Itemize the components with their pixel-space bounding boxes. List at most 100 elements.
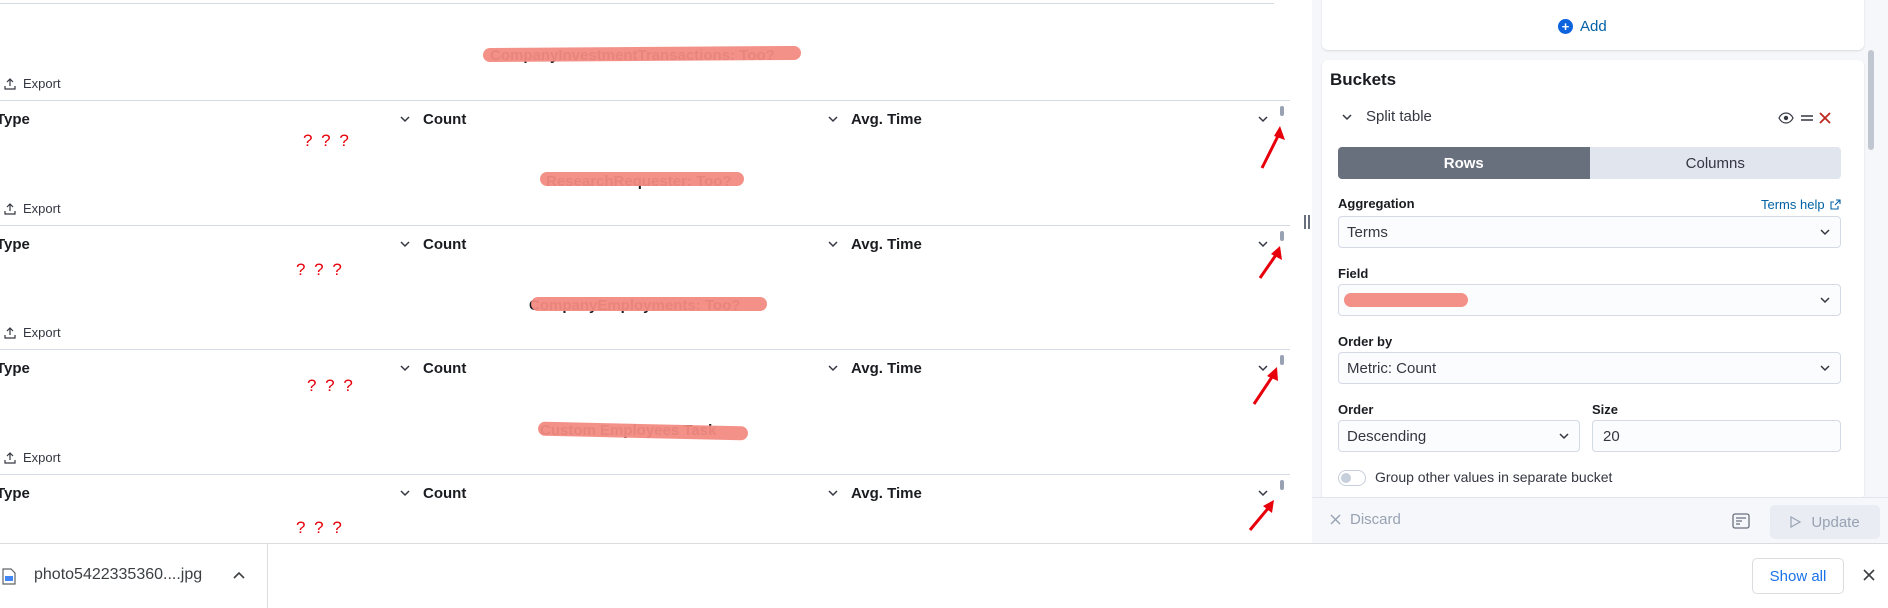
chevron-down-icon	[1559, 433, 1569, 440]
chevron-down-icon[interactable]	[826, 112, 840, 126]
column-header-type[interactable]: Type	[0, 236, 30, 253]
divider	[0, 100, 1290, 101]
order-by-label: Order by	[1338, 334, 1393, 349]
bucket-title: Split table	[1366, 108, 1432, 125]
order-by-value: Metric: Count	[1347, 359, 1437, 377]
column-header-avg-time[interactable]: Avg. Time	[851, 485, 922, 502]
terms-help-label: Terms help	[1761, 197, 1825, 212]
order-by-select[interactable]: Metric: Count	[1338, 352, 1841, 384]
close-icon[interactable]	[1862, 568, 1876, 582]
metrics-card: + Add	[1322, 0, 1864, 50]
redaction-mark	[531, 297, 767, 311]
buckets-title: Buckets	[1330, 70, 1397, 89]
column-header-avg-time[interactable]: Avg. Time	[851, 236, 922, 253]
buckets-card: Buckets Split table Rows Columns Aggrega…	[1322, 60, 1864, 500]
annotation-question-marks: ? ? ?	[303, 131, 351, 150]
export-icon	[4, 326, 16, 339]
download-item[interactable]: photo5422335360....jpg	[0, 544, 268, 608]
column-header-count[interactable]: Count	[423, 360, 466, 377]
external-link-icon	[1830, 199, 1841, 210]
group-other-label: Group other values in separate bucket	[1375, 469, 1613, 485]
column-header-type[interactable]: Type	[0, 360, 30, 377]
column-header-avg-time[interactable]: Avg. Time	[851, 111, 922, 128]
show-all-button[interactable]: Show all	[1752, 558, 1844, 594]
chevron-down-icon[interactable]	[826, 486, 840, 500]
panel-scrollbar[interactable]	[1868, 50, 1874, 150]
rows-option[interactable]: Rows	[1338, 147, 1590, 179]
chevron-down-icon	[1820, 365, 1830, 372]
terms-help-link[interactable]: Terms help	[1761, 197, 1841, 212]
split-mode-toggle: Rows Columns	[1338, 147, 1841, 179]
chevron-down-icon[interactable]	[398, 486, 412, 500]
red-arrow-annotation	[1258, 246, 1282, 279]
export-button[interactable]: Export	[4, 201, 61, 216]
export-icon	[4, 451, 16, 464]
export-icon	[4, 77, 16, 90]
eye-icon[interactable]	[1778, 112, 1794, 124]
chevron-down-icon[interactable]	[398, 112, 412, 126]
red-arrow-annotation	[1248, 500, 1274, 531]
size-label: Size	[1592, 402, 1619, 417]
annotation-question-marks: ? ? ?	[307, 376, 355, 395]
field-label: Field	[1338, 266, 1369, 281]
editor-panel: + Add Buckets Split table Rows Columns A…	[1312, 0, 1888, 543]
group-other-toggle[interactable]	[1338, 470, 1366, 486]
drag-handle-icon[interactable]	[1800, 112, 1814, 124]
auto-apply-icon[interactable]	[1732, 513, 1750, 529]
scrollbar-thumb[interactable]	[1280, 355, 1284, 365]
update-button[interactable]: Update	[1770, 505, 1880, 539]
chevron-down-icon[interactable]	[1340, 110, 1354, 124]
plus-circle-icon: +	[1558, 19, 1573, 34]
order-select[interactable]: Descending	[1338, 420, 1580, 452]
divider	[0, 225, 1290, 226]
red-arrow-annotation	[1260, 126, 1285, 169]
export-button[interactable]: Export	[4, 76, 61, 91]
column-header-type[interactable]: Type	[0, 111, 30, 128]
aggregation-select[interactable]: Terms	[1338, 216, 1841, 248]
chevron-down-icon[interactable]	[398, 361, 412, 375]
columns-option[interactable]: Columns	[1589, 147, 1841, 179]
column-header-count[interactable]: Count	[423, 236, 466, 253]
scrollbar-thumb[interactable]	[1280, 480, 1284, 490]
size-input[interactable]	[1592, 420, 1841, 452]
column-header-count[interactable]: Count	[423, 485, 466, 502]
image-file-icon	[2, 568, 16, 585]
chevron-down-icon	[1820, 297, 1830, 304]
chevron-down-icon[interactable]	[398, 237, 412, 251]
bucket-header[interactable]: Split table	[1340, 108, 1432, 125]
aggregation-label: Aggregation	[1338, 196, 1415, 211]
red-arrow-annotation	[1252, 367, 1278, 405]
aggregation-value: Terms	[1347, 223, 1388, 241]
export-label: Export	[23, 325, 61, 340]
download-file-name: photo5422335360....jpg	[34, 566, 203, 583]
export-label: Export	[23, 450, 61, 465]
scrollbar-thumb[interactable]	[1280, 106, 1284, 116]
discard-button[interactable]: Discard	[1330, 511, 1401, 528]
export-icon	[4, 202, 16, 215]
column-header-count[interactable]: Count	[423, 111, 466, 128]
redaction-mark	[1344, 293, 1468, 307]
visualization-area: CompanyInvestmentTransactions: Too? Expo…	[0, 0, 1290, 543]
export-button[interactable]: Export	[4, 450, 61, 465]
close-icon[interactable]	[1818, 111, 1832, 125]
add-label: Add	[1580, 18, 1607, 35]
export-label: Export	[23, 201, 61, 216]
add-metric-button[interactable]: + Add	[1558, 18, 1607, 35]
order-label: Order	[1338, 402, 1374, 417]
annotation-question-marks: ? ? ?	[296, 260, 344, 279]
chevron-up-icon[interactable]	[232, 570, 246, 582]
export-button[interactable]: Export	[4, 325, 61, 340]
column-header-type[interactable]: Type	[0, 485, 30, 502]
download-bar: photo5422335360....jpg Show all	[0, 543, 1888, 608]
divider	[0, 349, 1290, 350]
editor-bottom-bar: Discard Update	[1312, 497, 1888, 543]
redaction-mark	[540, 172, 744, 186]
panel-resize-handle[interactable]	[1304, 215, 1312, 231]
annotation-question-marks: ? ? ?	[296, 518, 344, 537]
chevron-down-icon[interactable]	[826, 237, 840, 251]
chevron-down-icon[interactable]	[826, 361, 840, 375]
export-label: Export	[23, 76, 61, 91]
discard-label: Discard	[1350, 511, 1401, 528]
update-label: Update	[1811, 513, 1860, 531]
column-header-avg-time[interactable]: Avg. Time	[851, 360, 922, 377]
